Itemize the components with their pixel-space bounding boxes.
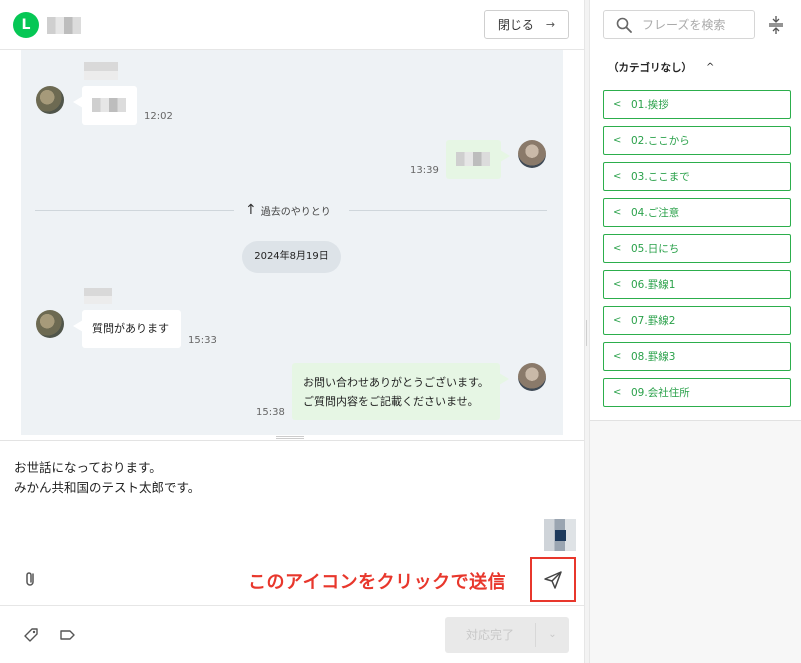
composer-resize-handle[interactable] [276, 436, 304, 439]
message-input[interactable]: お世話になっております。 みかん共和国のテスト太郎です。 [14, 458, 200, 498]
send-icon [544, 570, 562, 589]
message-time: 13:39 [410, 165, 439, 176]
phrase-item[interactable]: < 03.ここまで [603, 162, 791, 191]
composer-divider [0, 440, 584, 441]
send-button[interactable] [530, 557, 576, 602]
phrase-list-area: （カテゴリなし） ^ < 01.挨拶 < 02.ここから < 03.ここまで <… [590, 0, 801, 421]
splitter-grip[interactable] [586, 320, 588, 346]
chevron-left-icon: < [613, 351, 622, 362]
divider-line [349, 210, 547, 211]
line-logo-icon: L [13, 12, 39, 38]
close-label: 閉じる [497, 18, 534, 32]
message-input-line: みかん共和国のテスト太郎です。 [14, 480, 201, 495]
message-time: 15:33 [188, 335, 217, 346]
phrase-label: 07.罫線2 [631, 315, 676, 327]
category-label: （カテゴリなし） [608, 62, 692, 74]
phrase-label: 09.会社住所 [631, 387, 690, 399]
label-icon[interactable] [58, 626, 76, 644]
chat-panel: L 閉じる → 12:02 13:39 ↑ 過去のやりとり 2024年8月19日… [0, 0, 584, 663]
message-text-line: お問い合わせありがとうございます。 [303, 376, 489, 389]
phrase-label: 06.罫線1 [631, 279, 676, 291]
paperclip-icon[interactable] [22, 570, 40, 588]
phrase-label: 04.ご注意 [631, 207, 680, 219]
chevron-left-icon: < [613, 135, 622, 146]
chat-header: L 閉じる → [0, 0, 584, 50]
mark-done-label: 対応完了 [465, 628, 514, 642]
message-text-redacted [456, 152, 490, 166]
send-instruction-callout: このアイコンをクリックで送信 [248, 572, 507, 593]
arrow-right-icon: → [545, 18, 556, 31]
message-text-line: ご質問内容をご記載くださいませ。 [303, 395, 479, 408]
avatar [36, 86, 64, 114]
collapse-all-icon[interactable] [766, 14, 786, 36]
search-icon [616, 17, 632, 33]
phrase-item[interactable]: < 08.罫線3 [603, 342, 791, 371]
phrase-item[interactable]: < 02.ここから [603, 126, 791, 155]
phrase-label: 01.挨拶 [631, 99, 669, 111]
message-bubble [73, 86, 137, 125]
divider-line [35, 210, 234, 211]
category-header[interactable]: （カテゴリなし） ^ [608, 60, 714, 75]
past-messages-label: 過去のやりとり [260, 206, 331, 218]
arrow-up-icon: ↑ [245, 202, 257, 218]
message-text-redacted [92, 98, 126, 112]
phrase-search[interactable] [603, 10, 755, 39]
phrase-label: 03.ここまで [631, 171, 690, 183]
message-time: 15:38 [256, 407, 285, 418]
footer-divider [0, 605, 584, 606]
message-bubble: お問い合わせありがとうございます。 ご質問内容をご記載くださいませ。 [292, 363, 509, 420]
chevron-left-icon: < [613, 387, 622, 398]
mark-done-button[interactable]: 対応完了 ⌄ [445, 617, 569, 653]
phrase-item[interactable]: < 04.ご注意 [603, 198, 791, 227]
chevron-up-icon: ^ [706, 62, 715, 73]
close-button[interactable]: 閉じる → [484, 10, 569, 39]
avatar [36, 310, 64, 338]
message-bubble: 質問があります [73, 310, 181, 348]
chevron-left-icon: < [613, 243, 622, 254]
message-bubble [446, 140, 510, 179]
chevron-down-icon[interactable]: ⌄ [536, 617, 569, 653]
chevron-left-icon: < [613, 315, 622, 326]
message-time: 12:02 [144, 111, 173, 122]
phrase-item[interactable]: < 09.会社住所 [603, 378, 791, 407]
phrase-item[interactable]: < 01.挨拶 [603, 90, 791, 119]
app-root: L 閉じる → 12:02 13:39 ↑ 過去のやりとり 2024年8月19日… [0, 0, 801, 663]
chevron-left-icon: < [613, 171, 622, 182]
phrase-label: 08.罫線3 [631, 351, 676, 363]
phrase-search-input[interactable] [642, 17, 742, 32]
phrase-item[interactable]: < 06.罫線1 [603, 270, 791, 299]
message-input-line: お世話になっております。 [14, 460, 162, 475]
chevron-left-icon: < [613, 207, 622, 218]
phrase-label: 05.日にち [631, 243, 680, 255]
phrase-item[interactable]: < 05.日にち [603, 234, 791, 263]
chevron-left-icon: < [613, 279, 622, 290]
user-name-redacted [47, 17, 81, 34]
message-list[interactable]: 12:02 13:39 ↑ 過去のやりとり 2024年8月19日 質問があります… [21, 50, 563, 435]
avatar [518, 140, 546, 168]
message-text: 質問があります [92, 322, 169, 335]
sender-name-redacted [84, 288, 112, 304]
sender-name-redacted [84, 62, 118, 80]
phrase-label: 02.ここから [631, 135, 690, 147]
chevron-left-icon: < [613, 99, 622, 110]
date-chip: 2024年8月19日 [242, 241, 341, 273]
tag-icon[interactable] [22, 626, 40, 644]
phrase-item[interactable]: < 07.罫線2 [603, 306, 791, 335]
operator-avatar-redacted [544, 519, 576, 551]
operator-avatar-pixel [555, 530, 566, 541]
past-messages-link[interactable]: ↑ 過去のやりとり [245, 202, 331, 218]
avatar [518, 363, 546, 391]
phrase-panel: （カテゴリなし） ^ < 01.挨拶 < 02.ここから < 03.ここまで <… [590, 0, 801, 663]
